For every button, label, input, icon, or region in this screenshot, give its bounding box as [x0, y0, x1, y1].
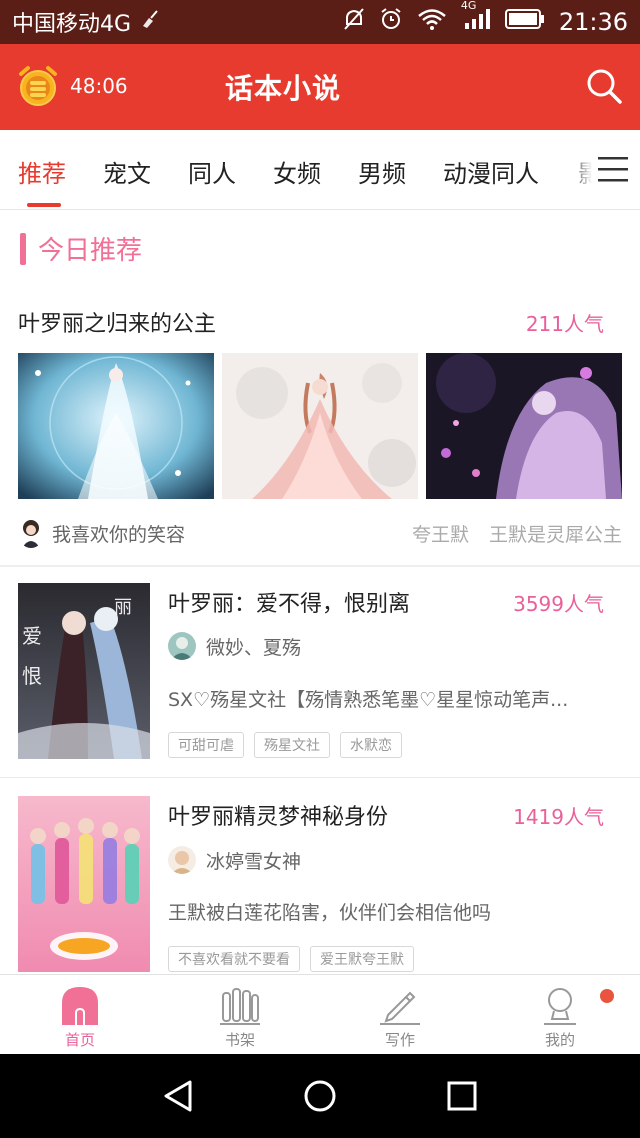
- book-tag[interactable]: 水默恋: [340, 732, 402, 758]
- home-icon: [60, 985, 100, 1025]
- book-cover[interactable]: [18, 796, 150, 972]
- book-description: 王默被白莲花陷害，伙伴们会相信他吗: [168, 902, 492, 924]
- nav-home[interactable]: 首页: [20, 985, 140, 1050]
- tab-pet-romance[interactable]: 宠文: [103, 154, 151, 189]
- featured-tag[interactable]: 王默是灵犀公主: [489, 520, 622, 547]
- author-avatar: [168, 846, 196, 874]
- app-title: 话本小说: [224, 72, 341, 105]
- carrier-label: 中国移动4G: [12, 12, 132, 37]
- tab-recommend[interactable]: 推荐: [18, 154, 66, 189]
- nav-label: 写作: [384, 1031, 415, 1049]
- tab-anime-fanfiction[interactable]: 动漫同人: [443, 154, 539, 189]
- back-icon[interactable]: [160, 1078, 196, 1114]
- nav-label: 我的: [544, 1031, 575, 1049]
- book-tag[interactable]: 不喜欢看就不要看: [168, 946, 300, 972]
- carrier-group: 中国移动4G: [12, 6, 161, 38]
- nav-label: 首页: [64, 1031, 95, 1049]
- author-name: 微妙、夏殇: [206, 636, 302, 659]
- wifi-icon: [417, 8, 447, 36]
- status-bar: 中国移动4G 4G 21:36: [0, 0, 640, 44]
- alarm-icon: [379, 7, 403, 37]
- system-nav-bar: [0, 1054, 640, 1138]
- notification-dot: [600, 989, 614, 1003]
- pen-icon: [380, 985, 420, 1025]
- book-title[interactable]: 叶罗丽：爱不得，恨别离: [168, 586, 410, 618]
- featured-tag[interactable]: 夸王默: [412, 520, 469, 547]
- book-author[interactable]: 冰婷雪女神: [168, 846, 301, 874]
- book-tag[interactable]: 殇星文社: [254, 732, 330, 758]
- book-tag[interactable]: 可甜可虐: [168, 732, 244, 758]
- status-icons: 4G 21:36: [343, 0, 628, 37]
- broom-icon: [139, 8, 161, 36]
- section-accent-bar: [20, 232, 26, 265]
- signal-icon: 4G: [461, 0, 491, 37]
- featured-cover-1[interactable]: [18, 353, 214, 499]
- author-avatar: [168, 632, 196, 660]
- book-cover[interactable]: 爱 恨 丽: [18, 583, 150, 759]
- featured-popularity: 211人气: [525, 312, 604, 336]
- featured-author[interactable]: 我喜欢你的笑容: [52, 520, 185, 547]
- profile-icon: [540, 985, 580, 1025]
- book-title[interactable]: 叶罗丽精灵梦神秘身份: [168, 799, 388, 831]
- book-popularity: 1419人气: [513, 805, 604, 829]
- search-icon[interactable]: [584, 66, 624, 106]
- book-tag[interactable]: 爱王默夸王默: [310, 946, 414, 972]
- nav-bookshelf[interactable]: 书架: [180, 985, 300, 1050]
- clock: 21:36: [558, 8, 628, 36]
- book-author[interactable]: 微妙、夏殇: [168, 632, 301, 660]
- featured-title[interactable]: 叶罗丽之归来的公主: [18, 306, 216, 338]
- network-label: 4G: [460, 0, 477, 12]
- tab-male[interactable]: 男频: [358, 154, 406, 189]
- book-tags: 不喜欢看就不要看 爱王默夸王默: [168, 946, 414, 972]
- bottom-nav: 首页 书架 写作 我的: [0, 974, 640, 1054]
- featured-author-avatar[interactable]: [18, 518, 44, 548]
- tab-female[interactable]: 女频: [273, 154, 321, 189]
- nav-write[interactable]: 写作: [340, 985, 460, 1050]
- home-button-icon[interactable]: [302, 1078, 338, 1114]
- svg-text:丽: 丽: [114, 597, 132, 618]
- svg-text:爱: 爱: [22, 624, 42, 648]
- tab-fanfiction[interactable]: 同人: [188, 154, 236, 189]
- book-tags: 可甜可虐 殇星文社 水默恋: [168, 732, 402, 758]
- list-divider: [0, 777, 640, 778]
- featured-cover-3[interactable]: [426, 353, 622, 499]
- app-bar: 48:06 话本小说: [0, 44, 640, 130]
- hamburger-menu-icon[interactable]: [598, 156, 628, 182]
- section-divider: [0, 565, 640, 567]
- bookshelf-icon: [220, 985, 260, 1025]
- featured-cover-2[interactable]: [222, 353, 418, 499]
- recents-icon[interactable]: [444, 1078, 480, 1114]
- active-tab-indicator: [27, 203, 61, 207]
- category-tabs: 推荐 宠文 同人 女频 男频 动漫同人 影: [0, 130, 640, 210]
- book-popularity: 3599人气: [513, 592, 604, 616]
- svg-text:恨: 恨: [22, 664, 42, 688]
- author-name: 冰婷雪女神: [206, 850, 302, 873]
- featured-footer: 我喜欢你的笑容 夸王默 王默是灵犀公主: [18, 517, 622, 549]
- mute-icon: [343, 7, 365, 37]
- section-heading: 今日推荐: [20, 230, 142, 267]
- featured-tags: 夸王默 王默是灵犀公主: [412, 520, 622, 547]
- section-title: 今日推荐: [38, 236, 143, 266]
- book-description: SX♡殇星文社【殇情熟悉笔墨♡星星惊动笔声...: [168, 689, 569, 711]
- nav-label: 书架: [224, 1031, 255, 1049]
- battery-icon: [504, 8, 545, 36]
